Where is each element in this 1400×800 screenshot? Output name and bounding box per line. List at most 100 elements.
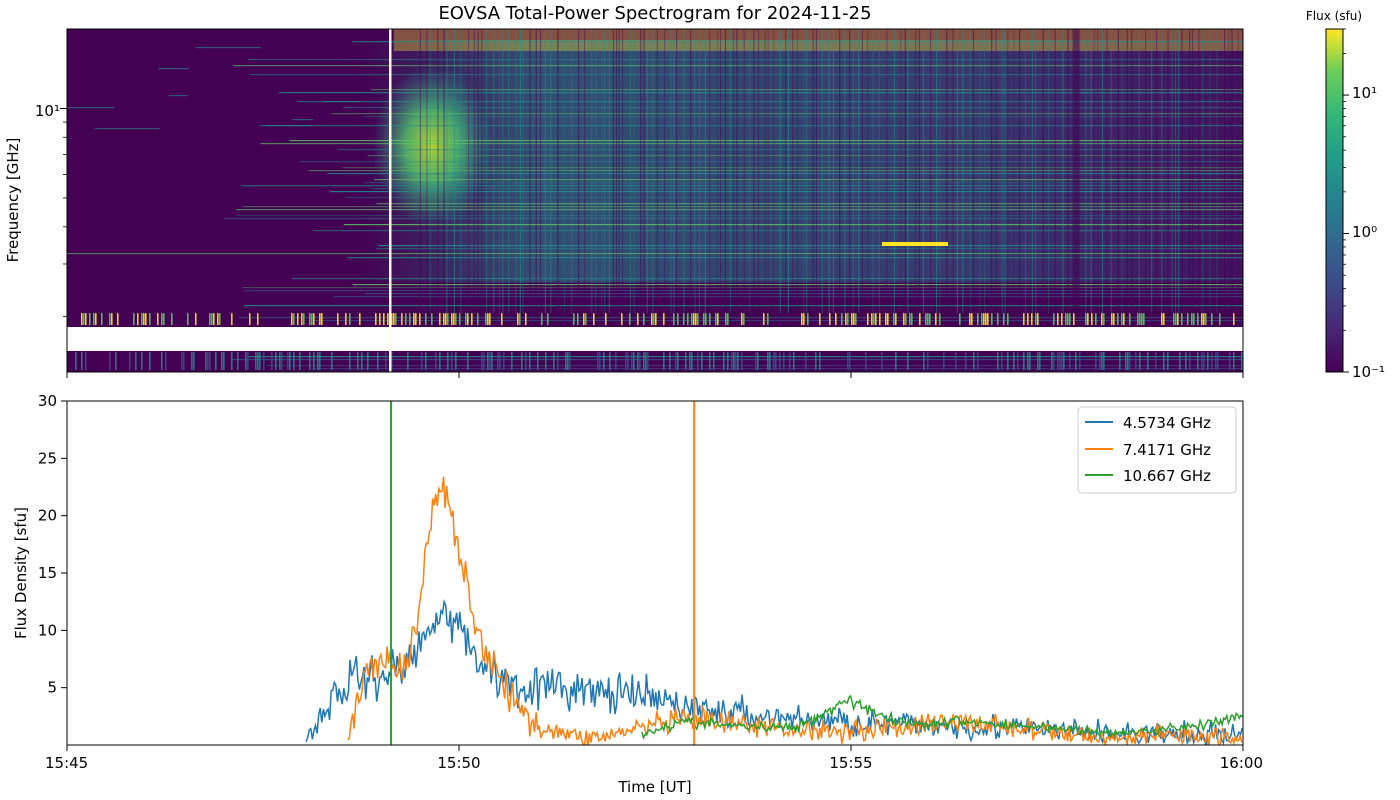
- noise-strip: [1141, 313, 1143, 326]
- noise-strip: [909, 313, 911, 326]
- noise-strip-bottom: [109, 352, 111, 370]
- noise-strip-bottom: [647, 352, 649, 370]
- time-striation: [749, 29, 751, 314]
- time-striation: [858, 29, 860, 314]
- frequency-row-fragment: [67, 107, 115, 109]
- noise-strip: [1187, 313, 1189, 326]
- noise-strip-bottom: [255, 352, 257, 370]
- time-striation: [629, 29, 631, 314]
- time-striation: [915, 29, 917, 314]
- noise-strip-bottom: [1075, 352, 1077, 370]
- noise-strip-bottom: [1233, 352, 1235, 370]
- time-striation: [1138, 29, 1140, 314]
- time-striation: [1202, 29, 1204, 314]
- noise-strip-bottom: [1095, 352, 1097, 370]
- noise-strip: [1053, 313, 1055, 326]
- noise-strip: [161, 313, 163, 326]
- legend-label-10-667: 10.667 GHz: [1123, 467, 1211, 485]
- time-striation: [604, 29, 606, 314]
- noise-strip: [687, 313, 689, 326]
- noise-strip: [1181, 313, 1183, 326]
- noise-strip: [443, 313, 445, 326]
- noise-strip-bottom: [385, 352, 387, 370]
- noise-strip-bottom: [1061, 352, 1063, 370]
- frequency-row-fragment: [292, 119, 314, 121]
- time-striation: [443, 29, 445, 314]
- noise-strip-bottom: [599, 352, 601, 370]
- noise-strip-bottom: [1053, 352, 1055, 370]
- time-striation: [821, 29, 823, 314]
- noise-strip-bottom: [1007, 352, 1009, 370]
- noise-strip-bottom: [271, 352, 273, 370]
- noise-strip-bottom: [279, 352, 281, 370]
- noise-strip: [405, 313, 407, 326]
- time-striation: [764, 29, 766, 314]
- time-striation: [493, 29, 495, 314]
- noise-strip: [187, 313, 189, 326]
- noise-strip-bottom: [633, 352, 635, 370]
- noise-strip-bottom: [1229, 352, 1231, 370]
- noise-strip: [395, 313, 397, 326]
- noise-strip: [971, 313, 973, 326]
- frequency-row: [236, 209, 1243, 211]
- noise-strip: [655, 313, 657, 326]
- noise-strip-bottom: [741, 352, 743, 370]
- noise-strip-bottom: [569, 352, 571, 370]
- noise-strip: [157, 313, 159, 326]
- noise-strip: [1211, 313, 1213, 326]
- legend: 4.5734 GHz 7.4171 GHz 10.667 GHz: [1077, 406, 1237, 494]
- noise-strip: [985, 313, 987, 326]
- noise-strip-bottom: [553, 352, 555, 370]
- noise-strip: [927, 313, 929, 326]
- frequency-row: [235, 215, 1243, 217]
- time-striation: [550, 29, 552, 314]
- time-striation: [757, 29, 760, 314]
- noise-strip-bottom: [1179, 352, 1181, 370]
- noise-strip: [1087, 313, 1089, 326]
- time-striation: [1126, 29, 1128, 314]
- time-striation: [1171, 29, 1173, 314]
- time-striation: [1155, 29, 1158, 314]
- noise-strip-bottom: [223, 352, 225, 370]
- noise-strip-bottom: [1197, 352, 1199, 370]
- noise-strip-bottom: [773, 352, 775, 370]
- noise-strip: [1069, 313, 1071, 326]
- noise-strip: [1163, 313, 1165, 326]
- noise-strip: [137, 313, 139, 326]
- noise-strip: [85, 313, 87, 326]
- time-striation: [956, 29, 958, 314]
- noise-strip-bottom: [565, 352, 567, 370]
- noise-strip: [297, 313, 299, 326]
- noise-strip-bottom: [309, 352, 311, 370]
- noise-strip: [767, 313, 769, 326]
- noise-strip-bottom: [603, 352, 605, 370]
- noise-strip-bottom: [627, 352, 629, 370]
- noise-strip-bottom: [691, 352, 693, 370]
- noise-strip: [1161, 313, 1163, 326]
- noise-strip-bottom: [669, 352, 671, 370]
- colorbar-tick-label-0-1: 10⁻¹: [1352, 363, 1385, 381]
- noise-strip-bottom: [1039, 352, 1041, 370]
- noise-strip: [919, 313, 921, 326]
- noise-strip-bottom: [537, 352, 539, 370]
- legend-label-7-4171: 7.4171 GHz: [1123, 441, 1211, 459]
- noise-strip: [1037, 313, 1039, 326]
- noise-strip: [1035, 313, 1037, 326]
- noise-strip-bottom: [597, 352, 599, 370]
- time-striation: [952, 29, 954, 314]
- figure-title: EOVSA Total-Power Spectrogram for 2024-1…: [438, 3, 871, 24]
- noise-strip: [359, 313, 361, 326]
- noise-strip-bottom: [81, 352, 83, 370]
- noise-strip: [605, 313, 607, 326]
- noise-strip-bottom: [977, 352, 979, 370]
- time-striation: [1191, 29, 1194, 314]
- noise-strip: [983, 313, 985, 326]
- time-striation: [1025, 29, 1027, 314]
- time-striation: [724, 29, 727, 314]
- frequency-row: [313, 230, 1243, 232]
- noise-strip-bottom: [215, 352, 217, 370]
- frequency-row-fragment: [168, 95, 188, 97]
- noise-strip: [673, 313, 675, 326]
- lightcurve-panel: 5 10 15 20 25 30 15:45 15:50 15:55 16:00 Flux De…: [12, 392, 1263, 796]
- noise-strip-bottom: [643, 352, 645, 370]
